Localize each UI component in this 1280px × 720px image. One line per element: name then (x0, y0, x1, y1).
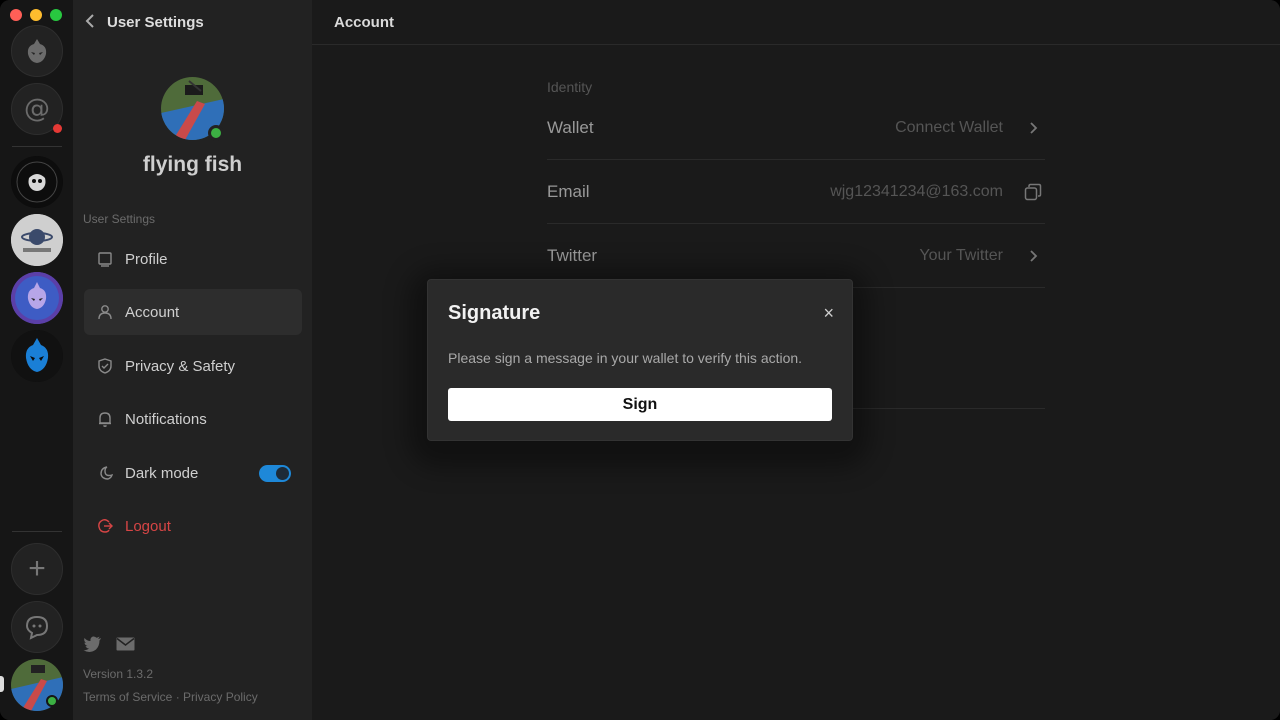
sidebar-item-label: Account (125, 303, 180, 321)
bored-ape-icon (11, 156, 63, 208)
sidebar-item-dark-mode[interactable]: Dark mode (84, 450, 302, 496)
twitter-label: Twitter (547, 245, 598, 265)
minimize-window-button[interactable] (30, 9, 42, 21)
online-status-dot (46, 695, 58, 707)
active-indicator (0, 676, 4, 692)
chat-bubble-icon (25, 615, 49, 640)
section-label: User Settings (83, 212, 156, 226)
discover-button[interactable] (11, 601, 63, 653)
alien-avatar-icon (11, 272, 63, 324)
user-icon (96, 303, 114, 321)
plus-icon: + (28, 552, 46, 585)
moon-icon (96, 464, 114, 482)
sidebar-item-label: Profile (125, 250, 168, 268)
signature-dialog: Signature × Please sign a message in you… (427, 279, 853, 441)
dialog-message: Please sign a message in your wallet to … (448, 350, 803, 366)
server-parallex[interactable] (11, 214, 63, 266)
add-server-button[interactable]: + (11, 543, 63, 595)
rail-separator (12, 146, 62, 147)
chevron-right-icon (1021, 249, 1045, 263)
alien-blue-icon (11, 330, 63, 382)
settings-header: User Settings (73, 0, 312, 45)
traffic-lights (10, 9, 62, 21)
sidebar-item-notifications[interactable]: Notifications (84, 396, 302, 442)
dark-mode-toggle[interactable] (259, 465, 291, 482)
shield-icon (96, 357, 114, 375)
sign-button[interactable]: Sign (448, 388, 832, 421)
sidebar-item-privacy[interactable]: Privacy & Safety (84, 343, 302, 389)
close-icon[interactable]: × (823, 304, 834, 322)
sidebar-item-label: Notifications (125, 410, 207, 428)
profile-card-icon (96, 250, 114, 268)
planet-icon (11, 214, 63, 266)
page-title: Account (312, 0, 1280, 45)
social-links (83, 636, 135, 657)
logout-icon (96, 517, 114, 535)
profile-online-dot (208, 125, 224, 141)
sidebar-item-logout[interactable]: Logout (84, 503, 302, 549)
chevron-right-icon (1021, 121, 1045, 135)
server-purple-alien[interactable] (11, 272, 63, 324)
bell-icon (96, 410, 114, 428)
profile-name: flying fish (142, 153, 243, 176)
twitter-icon[interactable] (83, 636, 102, 657)
dialog-title: Signature (448, 302, 541, 324)
identity-section-label: Identity (547, 79, 593, 95)
sidebar-item-account[interactable]: Account (84, 289, 302, 335)
wallet-row[interactable]: Wallet Connect Wallet (547, 96, 1045, 160)
server-bored-ape[interactable] (11, 156, 63, 208)
settings-sidebar: User Settings flying fish User Settings … (73, 0, 312, 720)
email-row: Email wjg12341234@163.com (547, 160, 1045, 224)
sidebar-item-label: Logout (125, 517, 171, 535)
back-arrow-icon[interactable] (85, 13, 101, 32)
server-rail: @ + (0, 0, 73, 720)
email-value: wjg12341234@163.com (830, 182, 1003, 200)
home-button[interactable] (11, 25, 63, 77)
copy-icon[interactable] (1021, 183, 1045, 201)
app-window: @ + User Settings flying fish User Setti… (0, 0, 1280, 720)
settings-title: User Settings (107, 14, 204, 31)
wallet-label: Wallet (547, 117, 594, 137)
mail-icon[interactable] (116, 636, 135, 657)
server-blue-alien[interactable] (11, 330, 63, 382)
maximize-window-button[interactable] (50, 9, 62, 21)
rail-separator (12, 531, 62, 532)
close-window-button[interactable] (10, 9, 22, 21)
sidebar-item-profile[interactable]: Profile (84, 236, 302, 282)
notification-dot (53, 124, 62, 133)
version-text: Version 1.3.2 (83, 667, 154, 681)
alien-logo-icon (27, 39, 47, 63)
sidebar-item-label: Dark mode (125, 464, 199, 482)
twitter-value: Your Twitter (919, 246, 1003, 264)
email-label: Email (547, 181, 590, 201)
at-icon: @ (24, 94, 50, 124)
wallet-value: Connect Wallet (895, 118, 1003, 136)
terms-links[interactable]: Terms of Service · Privacy Policy (83, 690, 258, 704)
sidebar-item-label: Privacy & Safety (125, 357, 236, 375)
